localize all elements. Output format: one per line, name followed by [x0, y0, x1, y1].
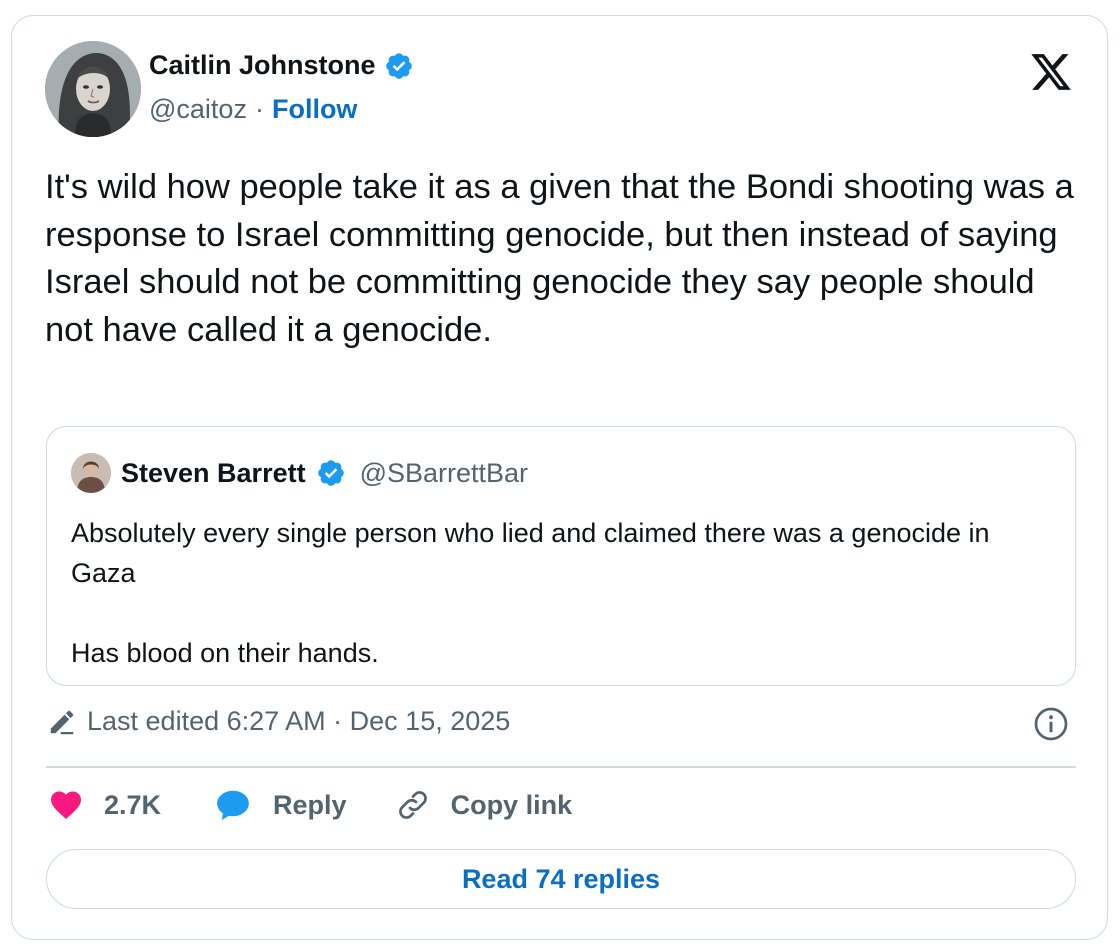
reply-bubble-icon [217, 790, 249, 821]
heart-icon [51, 791, 81, 820]
read-replies-button[interactable]: Read 74 replies [46, 849, 1076, 909]
quoted-author-avatar[interactable] [71, 453, 111, 493]
tweet-text: It's wild how people take it as a given … [45, 168, 1074, 349]
quoted-verified-badge-icon [317, 460, 344, 486]
pencil-icon [50, 710, 74, 734]
copy-link-button[interactable]: Copy link [395, 787, 573, 823]
copy-link-label: Copy link [450, 789, 573, 820]
edit-timestamp[interactable]: Last edited 6:27 AM · Dec 15, 2025 [47, 706, 510, 737]
quoted-author-handle[interactable]: @SBarrettBar [360, 458, 528, 489]
reply-button[interactable]: Reply [213, 786, 347, 824]
author-handle[interactable]: @caitoz [149, 94, 247, 125]
quoted-tweet[interactable]: Steven Barrett @SBarrettBar Absolutely e… [46, 426, 1076, 686]
verified-badge-icon [385, 52, 412, 79]
link-icon [398, 791, 427, 819]
like-button[interactable]: 2.7K [48, 787, 161, 823]
quoted-tweet-paragraph: Absolutely every single person who lied … [71, 518, 990, 588]
action-bar: 2.7K Reply Copy link [48, 786, 572, 824]
edited-text: Last edited 6:27 AM · Dec 15, 2025 [87, 706, 511, 736]
author-handle-row: @caitoz · Follow [149, 94, 357, 125]
author-name[interactable]: Caitlin Johnstone [149, 50, 376, 81]
quoted-tweet-body: Absolutely every single person who lied … [71, 513, 1051, 673]
divider [46, 766, 1076, 768]
quoted-tweet-header: Steven Barrett @SBarrettBar [71, 453, 528, 493]
author-avatar[interactable] [45, 41, 141, 137]
x-logo-icon[interactable] [1028, 50, 1074, 94]
info-icon[interactable] [1033, 706, 1069, 742]
reply-label: Reply [273, 789, 347, 820]
tweet-embed-card: Caitlin Johnstone @caitoz · Follow It's … [11, 15, 1108, 940]
author-name-row: Caitlin Johnstone [149, 50, 414, 81]
follow-button[interactable]: Follow [272, 94, 357, 125]
like-count: 2.7K [104, 789, 162, 820]
quoted-tweet-paragraph: Has blood on their hands. [71, 638, 379, 668]
quoted-author-name[interactable]: Steven Barrett [121, 458, 306, 489]
separator-dot: · [254, 94, 264, 124]
